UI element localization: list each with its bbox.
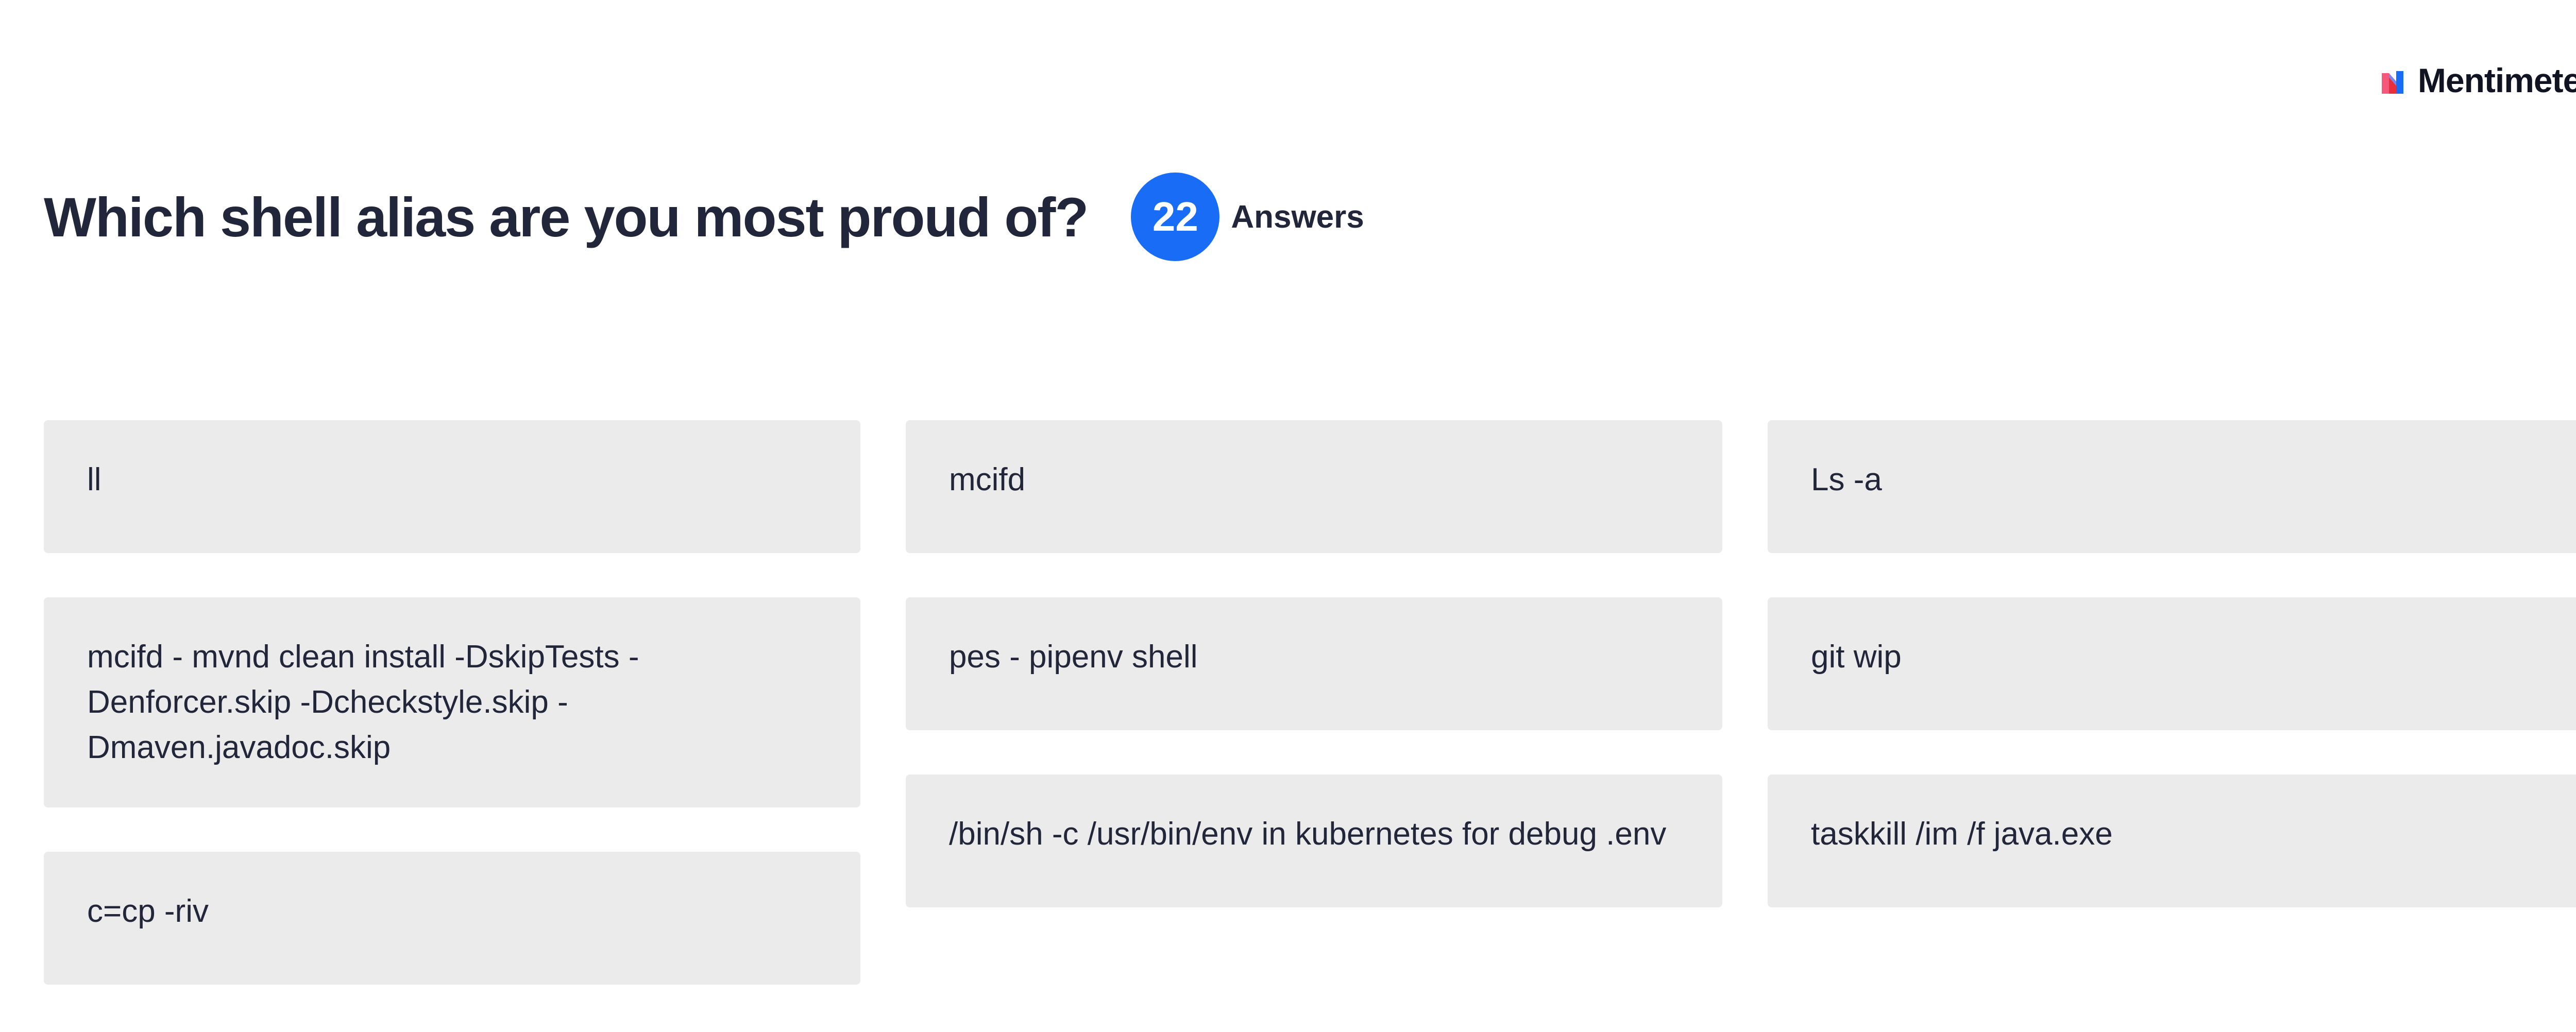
answer-card: /bin/sh -c /usr/bin/env in kubernetes fo…: [906, 775, 1722, 907]
question-header: Which shell alias are you most proud of?…: [44, 173, 1364, 261]
answer-card: c=cp -riv: [44, 852, 860, 985]
answer-card: mcifd - mvnd clean install -DskipTests -…: [44, 597, 860, 807]
question-title: Which shell alias are you most proud of?: [44, 185, 1089, 248]
mentimeter-logo-icon: [2381, 71, 2403, 94]
answers-column-1: ll mcifd - mvnd clean install -DskipTest…: [44, 420, 860, 985]
answer-card: pes - pipenv shell: [906, 597, 1722, 730]
answers-column-3: Ls -a git wip taskkill /im /f java.exe: [1768, 420, 2576, 985]
answer-card: mcifd: [906, 420, 1722, 553]
presentation-slide: Mentimeter Which shell alias are you mos…: [0, 0, 2576, 1032]
answer-count-badge: 22: [1131, 173, 1220, 261]
answer-card: git wip: [1768, 597, 2576, 730]
answer-card: taskkill /im /f java.exe: [1768, 775, 2576, 907]
mentimeter-logo-text: Mentimeter: [2417, 61, 2576, 99]
answers-grid: ll mcifd - mvnd clean install -DskipTest…: [44, 420, 2576, 985]
mentimeter-logo: Mentimeter: [2381, 61, 2576, 100]
answers-column-2: mcifd pes - pipenv shell /bin/sh -c /usr…: [906, 420, 1722, 985]
answer-count-label: Answers: [1231, 199, 1364, 235]
answer-card: ll: [44, 420, 860, 553]
answer-card: Ls -a: [1768, 420, 2576, 553]
